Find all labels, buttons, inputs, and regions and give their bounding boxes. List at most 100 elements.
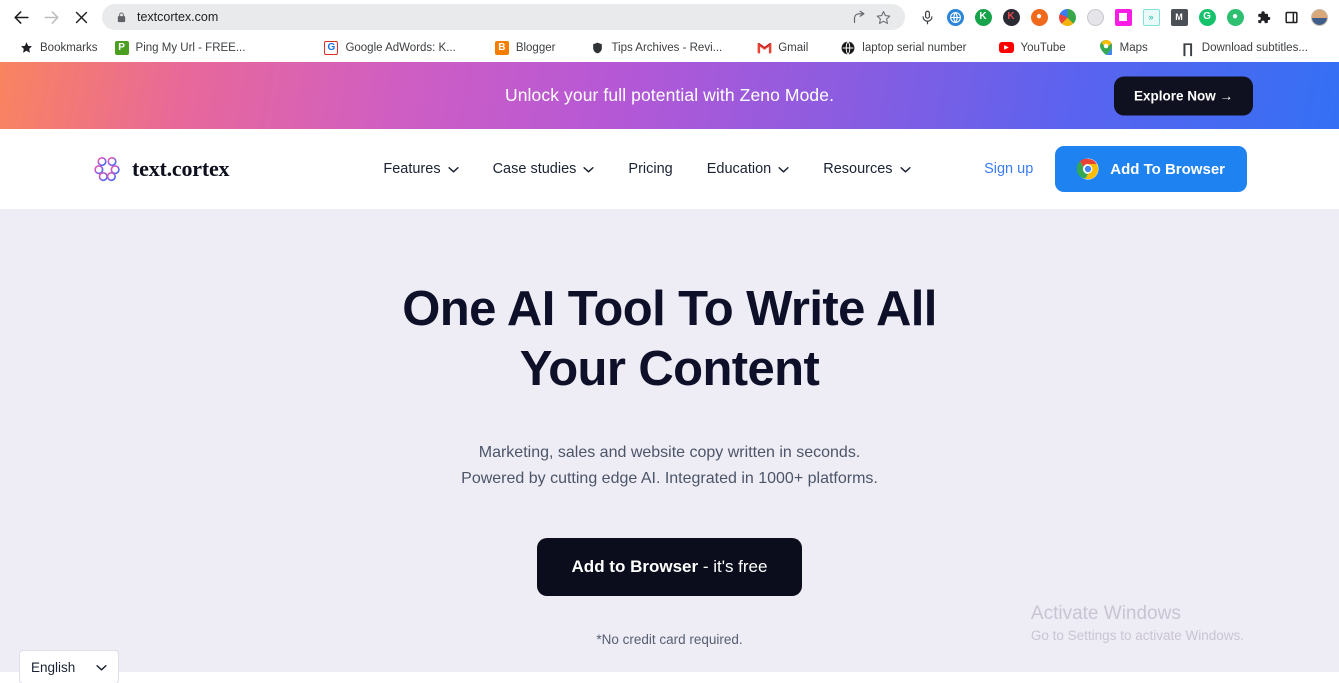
bookmark-item-youtube[interactable]: ▶ YouTube — [990, 37, 1073, 59]
bookmark-label: Maps — [1119, 41, 1148, 54]
grey-brain-extension[interactable] — [1081, 3, 1109, 31]
hero-section: One AI Tool To Write All Your Content Ma… — [0, 209, 1339, 683]
google-adwords-icon: G — [323, 40, 339, 56]
chevron-down-icon — [899, 166, 911, 173]
microphone-icon[interactable] — [913, 3, 941, 31]
no-credit-card-note: *No credit card required. — [596, 631, 743, 647]
bookmark-label: Blogger — [515, 41, 556, 54]
bookmark-item-bookmarks[interactable]: Bookmarks — [10, 37, 106, 59]
bookmarks-bar: Bookmarks P Ping My Url - FREE... G Goog… — [0, 34, 1339, 62]
bookmark-item-google-adwords[interactable]: G Google AdWords: K... — [315, 37, 463, 59]
add-to-browser-nav-label: Add To Browser — [1110, 160, 1225, 178]
bookmark-star-icon[interactable] — [871, 5, 895, 29]
textcortex-flower-logo — [94, 156, 120, 182]
blue-globe-extension[interactable] — [941, 3, 969, 31]
omnibox[interactable]: textcortex.com — [102, 4, 905, 30]
web-page: Unlock your full potential with Zeno Mod… — [0, 62, 1339, 683]
hero-cta-light-label: - it's free — [698, 556, 768, 576]
google-maps-icon — [1098, 40, 1114, 56]
gmail-icon — [756, 40, 772, 56]
kaspersky-extension[interactable]: K — [969, 3, 997, 31]
chevron-down-icon — [96, 664, 107, 671]
chevron-down-icon — [447, 166, 459, 173]
pie-chart-extension[interactable] — [1053, 3, 1081, 31]
bookmark-label: YouTube — [1020, 41, 1066, 54]
site-navbar: text.cortex Features Case studies Pricin… — [0, 129, 1339, 209]
watermark-subtitle: Go to Settings to activate Windows. — [1030, 628, 1244, 644]
mailtrack-extension[interactable]: M — [1165, 3, 1193, 31]
profile-avatar[interactable] — [1305, 3, 1333, 31]
promo-banner: Unlock your full potential with Zeno Mod… — [0, 62, 1339, 129]
nav-item-education[interactable]: Education — [707, 161, 790, 177]
nav-item-pricing[interactable]: Pricing — [628, 161, 672, 177]
lock-icon — [116, 11, 127, 24]
dark-k-extension[interactable]: K — [997, 3, 1025, 31]
ping-my-url-icon: P — [114, 40, 130, 56]
explore-now-button[interactable]: Explore Now → — [1113, 76, 1253, 115]
add-to-browser-hero-button[interactable]: Add to Browser - it's free — [536, 537, 803, 596]
bookmark-label: Tips Archives - Revi... — [611, 41, 723, 54]
stop-loading-button[interactable] — [66, 2, 96, 32]
nav-actions: Sign up Add To Browser — [984, 146, 1247, 192]
page-title: One AI Tool To Write All Your Content — [402, 282, 937, 396]
bookmark-item-gmail[interactable]: Gmail — [748, 37, 816, 59]
add-to-browser-nav-button[interactable]: Add To Browser — [1055, 146, 1247, 192]
nav-item-label: Resources — [823, 161, 893, 177]
share-icon[interactable] — [847, 5, 871, 29]
extensions-puzzle-icon[interactable] — [1249, 3, 1277, 31]
bookmark-label: Google AdWords: K... — [345, 41, 456, 54]
bookmark-label: Download subtitles... — [1201, 41, 1308, 54]
back-arrow-icon — [13, 10, 29, 24]
orange-robot-extension[interactable]: ● — [1025, 3, 1053, 31]
star-icon — [18, 40, 34, 56]
nav-item-label: Case studies — [492, 161, 577, 177]
forward-button[interactable] — [36, 2, 66, 32]
green-robot-extension[interactable]: ● — [1221, 3, 1249, 31]
subtitles-icon: ∏ — [1182, 39, 1194, 56]
browser-chrome: textcortex.com K K ● » M G ● Bookmarks P… — [0, 0, 1339, 62]
close-x-icon — [75, 11, 87, 23]
bookmark-label: Bookmarks — [40, 41, 98, 54]
bookmark-label: Gmail — [778, 41, 809, 54]
grammarly-extension[interactable]: G — [1193, 3, 1221, 31]
nav-item-resources[interactable]: Resources — [823, 161, 911, 177]
bookmark-item-download-subtitles[interactable]: ∏ Download subtitles... — [1172, 37, 1316, 59]
nav-links: Features Case studies Pricing Education … — [383, 161, 911, 177]
bookmark-item-tips-archives[interactable]: Tips Archives - Revi... — [581, 37, 730, 59]
globe-icon — [840, 40, 856, 56]
browser-toolbar: textcortex.com K K ● » M G ● — [0, 0, 1339, 34]
extensions-strip: K K ● » M G ● — [913, 3, 1333, 31]
fast-forward-extension[interactable]: » — [1137, 3, 1165, 31]
side-panel-icon[interactable] — [1277, 3, 1305, 31]
bookmark-item-maps[interactable]: Maps — [1090, 37, 1156, 59]
bookmark-item-ping-my-url[interactable]: P Ping My Url - FREE... — [106, 37, 254, 59]
shield-icon — [589, 40, 605, 56]
omnibox-url-text: textcortex.com — [137, 10, 219, 24]
nav-item-features[interactable]: Features — [383, 161, 459, 177]
youtube-icon: ▶ — [998, 40, 1014, 56]
hero-subtitle-line-1: Marketing, sales and website copy writte… — [478, 443, 861, 461]
bookmark-item-laptop-serial-number[interactable]: laptop serial number — [832, 37, 974, 59]
brand-logo[interactable]: text.cortex — [92, 154, 230, 184]
bookmark-item-blogger[interactable]: B Blogger — [486, 37, 564, 59]
forward-arrow-icon — [43, 10, 59, 24]
hero-cta-strong-label: Add to Browser — [571, 556, 699, 576]
chrome-icon — [1077, 158, 1099, 180]
brand-name-text: text.cortex — [132, 156, 230, 181]
chevron-down-icon — [583, 166, 595, 173]
back-button[interactable] — [6, 2, 36, 32]
language-selector[interactable]: English — [19, 650, 119, 683]
hero-subtitle-line-2: Powered by cutting edge AI. Integrated i… — [461, 469, 878, 487]
bookmark-label: laptop serial number — [862, 41, 967, 54]
nav-item-label: Features — [383, 161, 441, 177]
nav-item-label: Pricing — [628, 161, 673, 177]
language-selector-value: English — [31, 659, 76, 675]
nav-item-label: Education — [706, 161, 772, 177]
sign-up-link[interactable]: Sign up — [984, 161, 1033, 177]
promo-banner-text: Unlock your full potential with Zeno Mod… — [504, 85, 835, 105]
nav-item-case-studies[interactable]: Case studies — [493, 161, 595, 177]
chevron-down-icon — [778, 166, 789, 173]
hero-subtitle: Marketing, sales and website copy writte… — [461, 440, 878, 492]
watermark-title: Activate Windows — [1030, 602, 1181, 624]
magenta-square-extension[interactable] — [1109, 3, 1137, 31]
